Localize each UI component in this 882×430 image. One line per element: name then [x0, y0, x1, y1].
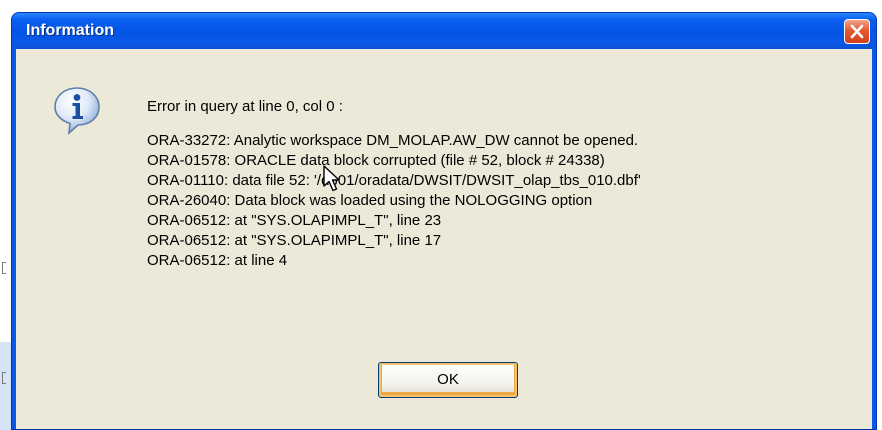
ok-button[interactable]: OK	[378, 362, 518, 398]
error-line: ORA-06512: at "SYS.OLAPIMPL_T", line 17	[147, 232, 442, 249]
title-bar[interactable]: Information	[12, 13, 876, 49]
information-dialog: Information Error in query at line 0, co…	[11, 12, 877, 430]
error-line: ORA-33272: Analytic workspace DM_MOLAP.A…	[147, 132, 639, 149]
error-line: ORA-06512: at line 4	[147, 252, 288, 269]
error-line: ORA-01578: ORACLE data block corrupted (…	[147, 152, 605, 169]
background-marker	[2, 372, 6, 384]
dialog-body: Error in query at line 0, col 0 : ORA-33…	[16, 49, 872, 429]
error-summary: Error in query at line 0, col 0 :	[147, 98, 343, 115]
error-line: ORA-06512: at "SYS.OLAPIMPL_T", line 23	[147, 212, 442, 229]
dialog-title: Information	[26, 22, 114, 39]
close-icon	[850, 24, 864, 39]
background-marker	[2, 262, 6, 274]
info-icon	[54, 87, 100, 135]
error-line: ORA-26040: Data block was loaded using t…	[147, 192, 593, 209]
close-button[interactable]	[844, 19, 870, 44]
message-text: Error in query at line 0, col 0 : ORA-33…	[147, 97, 867, 271]
error-line: ORA-01110: data file 52: '/db01/oradata/…	[147, 172, 641, 189]
